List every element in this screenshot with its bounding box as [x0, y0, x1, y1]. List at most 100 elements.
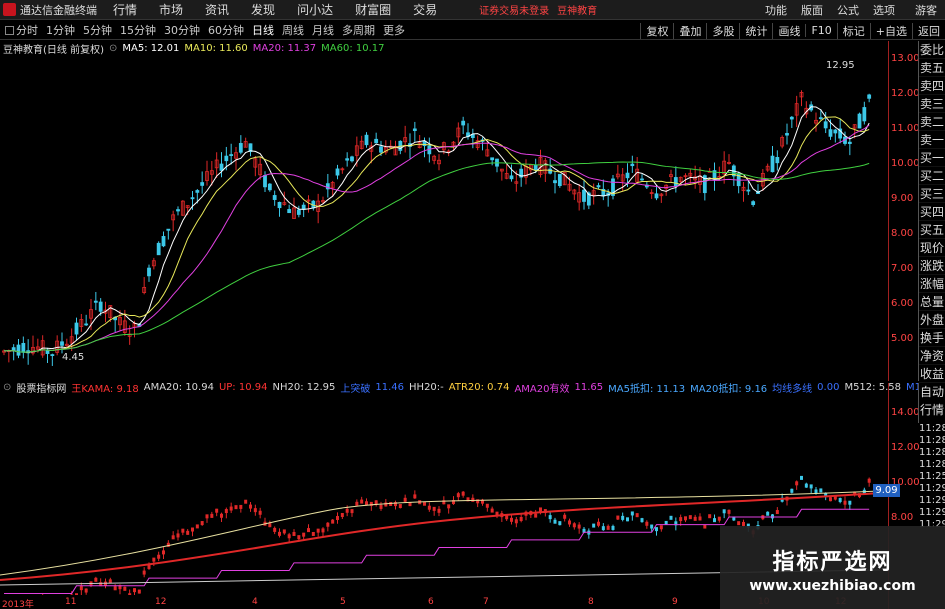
- indicator-body: [611, 525, 615, 530]
- indicator-body: [727, 509, 731, 514]
- menu-layout[interactable]: 版面: [801, 2, 823, 18]
- menu-discover[interactable]: 发现: [251, 1, 275, 18]
- draw-button[interactable]: 画线: [772, 22, 805, 39]
- indicator-value: 0.00: [817, 381, 840, 393]
- indicator-value: AMA20有效: [514, 383, 570, 395]
- tab-60min[interactable]: 60分钟: [208, 22, 244, 38]
- settings-icon[interactable]: ⊙: [109, 43, 117, 54]
- menu-news[interactable]: 资讯: [205, 1, 229, 18]
- multi-stock-button[interactable]: 多股: [706, 22, 739, 39]
- mark-button[interactable]: 标记: [836, 22, 870, 39]
- candle-body: [490, 157, 495, 161]
- indicator-body: [650, 524, 654, 529]
- quote-label: 委比: [919, 43, 945, 59]
- indicator-body: [456, 493, 460, 498]
- indicator-body: [398, 504, 402, 509]
- candle-body: [364, 134, 369, 146]
- indicator-settings-icon[interactable]: ⊙: [3, 382, 11, 393]
- tab-5min[interactable]: 5分钟: [83, 22, 112, 38]
- candle-body: [862, 107, 867, 122]
- low-label: 4.45: [62, 352, 84, 363]
- tab-monthly[interactable]: 月线: [312, 22, 334, 38]
- indicator-body: [461, 491, 465, 496]
- candle-body: [147, 267, 151, 277]
- tab-daily[interactable]: 日线: [252, 22, 274, 38]
- candle-body: [596, 185, 601, 188]
- indicator-body: [403, 497, 407, 502]
- indicator-body: [273, 527, 277, 532]
- tab-30min[interactable]: 30分钟: [164, 22, 200, 38]
- guest-label[interactable]: 游客: [915, 2, 937, 18]
- indicator-body: [804, 483, 808, 488]
- indicator-body: [703, 524, 707, 529]
- add-favorite-button[interactable]: +自选: [869, 22, 912, 39]
- indicator-body: [215, 508, 219, 513]
- indicator-body: [640, 518, 644, 523]
- indicator-body: [94, 577, 98, 582]
- tab-multi-period[interactable]: 多周期: [342, 22, 375, 38]
- adjust-button[interactable]: 复权: [640, 22, 673, 39]
- menu-trade[interactable]: 交易: [413, 1, 437, 18]
- indicator-body: [790, 488, 794, 493]
- candle-body: [461, 120, 466, 126]
- candle-body: [625, 172, 630, 179]
- tab-more[interactable]: 更多: [383, 22, 405, 38]
- overlay-button[interactable]: 叠加: [673, 22, 706, 39]
- menu-market[interactable]: 市场: [159, 1, 183, 18]
- candle-body: [509, 175, 514, 180]
- tab-intraday[interactable]: 分时: [16, 22, 38, 38]
- menu-quotes[interactable]: 行情: [113, 1, 137, 18]
- candle-body: [190, 197, 195, 200]
- auto-label[interactable]: 自动: [919, 383, 945, 401]
- f10-button[interactable]: F10: [805, 24, 836, 37]
- candle-body: [98, 301, 103, 312]
- indicator-body: [336, 516, 339, 521]
- right-menu: 功能 版面 公式 选项 游客: [751, 0, 945, 20]
- candle-body: [267, 183, 272, 191]
- indicator-body: [698, 516, 702, 521]
- indicator-body: [181, 528, 185, 533]
- time-tick: 11:28: [919, 447, 945, 458]
- menu-ask[interactable]: 问小达: [297, 1, 333, 18]
- indicator-body: [302, 532, 306, 537]
- candle-body: [335, 168, 340, 176]
- indicator-body: [843, 500, 847, 505]
- indicator-body: [572, 523, 576, 528]
- candle-body: [16, 344, 21, 356]
- menu-formula[interactable]: 公式: [837, 2, 859, 18]
- stats-button[interactable]: 统计: [739, 22, 772, 39]
- time-tick: 11:28: [919, 435, 945, 446]
- candle-body: [412, 128, 417, 132]
- candle-body: [673, 177, 678, 187]
- candle-body: [176, 209, 180, 212]
- indicator-body: [268, 523, 272, 528]
- indicator-value: 王KAMA: 9.18: [71, 383, 139, 395]
- indicator-body: [717, 516, 721, 521]
- layout-toggle-icon[interactable]: [5, 25, 14, 35]
- indicator-body: [75, 593, 78, 595]
- indicator-body: [316, 528, 320, 533]
- menu-function[interactable]: 功能: [765, 2, 787, 18]
- date-tick: 9: [672, 597, 678, 607]
- indicator-body: [616, 515, 620, 520]
- quote-label: 外盘: [919, 313, 945, 329]
- login-notice[interactable]: 证券交易未登录: [479, 2, 549, 17]
- candle-body: [156, 242, 161, 256]
- quote-label: 净资: [919, 349, 945, 365]
- time-tick: 11:28: [919, 423, 945, 434]
- menu-wealth[interactable]: 财富圈: [355, 1, 391, 18]
- tab-15min[interactable]: 15分钟: [120, 22, 156, 38]
- quote-mode-label[interactable]: 行情: [919, 401, 945, 419]
- tab-weekly[interactable]: 周线: [282, 22, 304, 38]
- indicator-body: [210, 513, 214, 518]
- candlestick-chart[interactable]: 12.95 4.45: [0, 56, 888, 376]
- chart-toolbar: 复权 叠加 多股 统计 画线 F10 标记 +自选 返回: [640, 21, 945, 40]
- tab-1min[interactable]: 1分钟: [46, 22, 75, 38]
- back-button[interactable]: 返回: [912, 22, 945, 39]
- date-axis: 2013年11124567891012: [0, 597, 846, 609]
- indicator-body: [485, 503, 489, 508]
- menu-options[interactable]: 选项: [873, 2, 895, 18]
- quote-label: 买一: [919, 151, 945, 167]
- ma5-value: MA5: 12.01: [122, 43, 180, 54]
- indicator-body: [84, 588, 88, 593]
